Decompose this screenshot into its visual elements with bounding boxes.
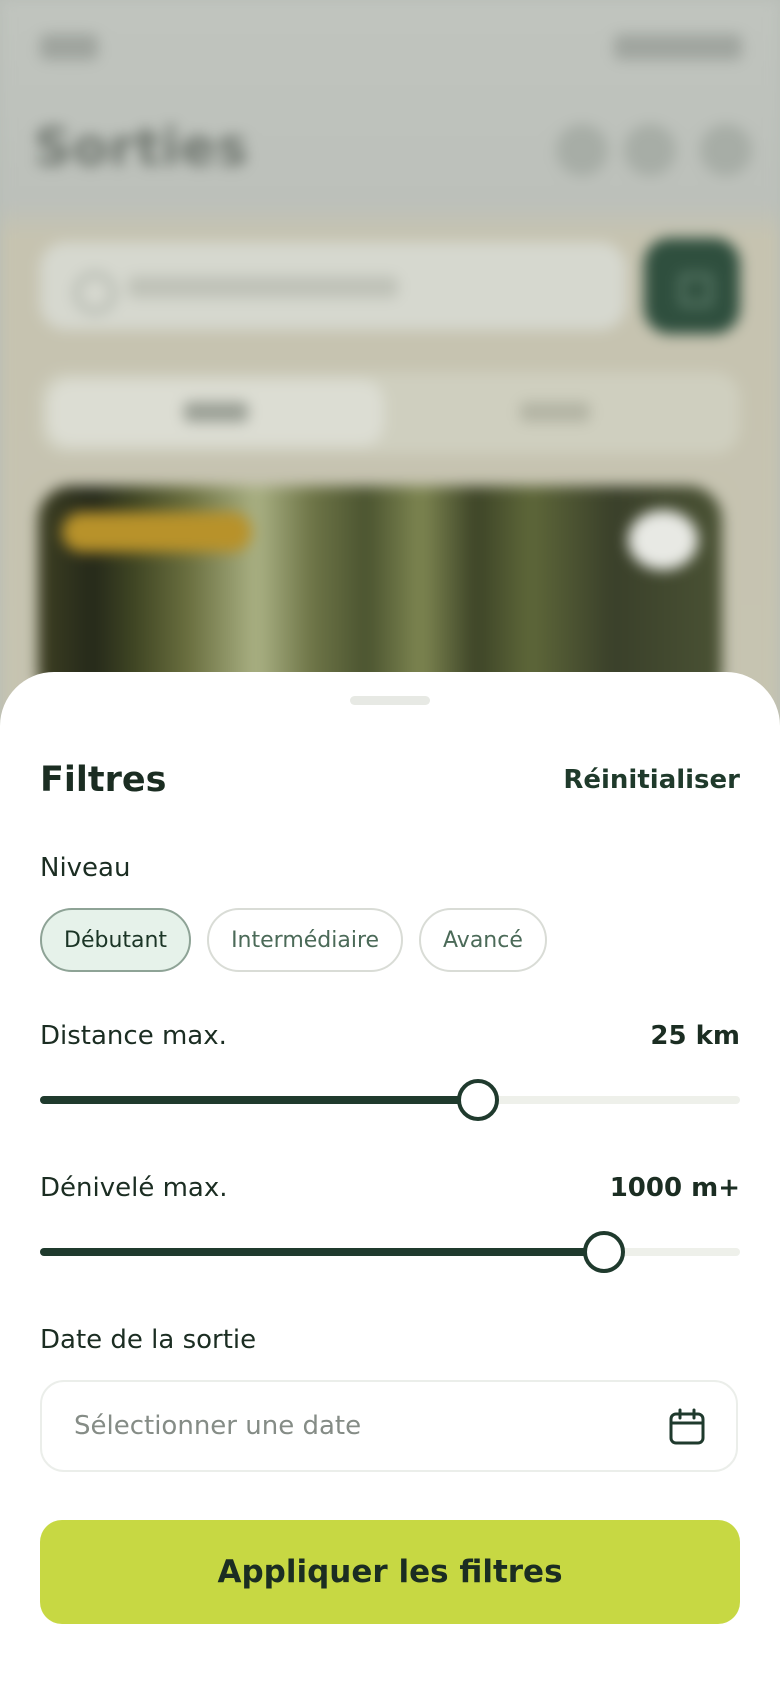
sheet-grabber-handle[interactable] [350, 696, 430, 705]
distance-slider-thumb[interactable] [457, 1079, 499, 1121]
filter-button [644, 238, 740, 334]
elevation-label: Dénivelé max. [40, 1173, 228, 1203]
level-chip-beginner[interactable]: Débutant [40, 908, 192, 972]
notification-icon [624, 124, 676, 176]
profile-icon [700, 124, 752, 176]
distance-value: 25 km [650, 1021, 740, 1051]
heart-icon [628, 510, 698, 570]
filter-bottom-sheet: Filtres Réinitialiser Niveau Débutant In… [0, 672, 780, 1688]
elevation-value: 1000 m+ [609, 1173, 740, 1203]
background-search-placeholder [128, 276, 398, 298]
elevation-slider-thumb[interactable] [583, 1231, 625, 1273]
search-icon [74, 272, 116, 314]
date-input[interactable]: Sélectionner une date [40, 1380, 738, 1472]
background-page-title: Sorties [34, 118, 249, 178]
sheet-title: Filtres [40, 760, 167, 800]
date-placeholder: Sélectionner une date [74, 1411, 362, 1441]
date-label: Date de la sortie [40, 1325, 257, 1355]
level-chip-group: Débutant Intermédiaire Avancé [40, 908, 547, 972]
background-segment-label [184, 402, 248, 422]
reset-button[interactable]: Réinitialiser [563, 760, 740, 800]
calendar-icon[interactable] [668, 1408, 706, 1446]
elevation-slider-fill [40, 1248, 600, 1256]
map-icon [556, 124, 608, 176]
distance-label: Distance max. [40, 1021, 227, 1051]
background-segment-label [520, 402, 590, 422]
level-chip-intermediate[interactable]: Intermédiaire [207, 908, 404, 972]
apply-filters-button[interactable]: Appliquer les filtres [40, 1520, 740, 1624]
app-screen: Sorties Filtres Réinitialiser Niveau Déb… [0, 0, 780, 1688]
status-bar [0, 0, 780, 100]
background-card-badge [62, 512, 252, 552]
distance-slider[interactable] [40, 1079, 740, 1121]
level-label: Niveau [40, 853, 131, 883]
status-time [40, 34, 98, 60]
status-icons [614, 34, 742, 60]
distance-slider-fill [40, 1096, 474, 1104]
elevation-slider[interactable] [40, 1231, 740, 1273]
level-chip-advanced[interactable]: Avancé [419, 908, 547, 972]
